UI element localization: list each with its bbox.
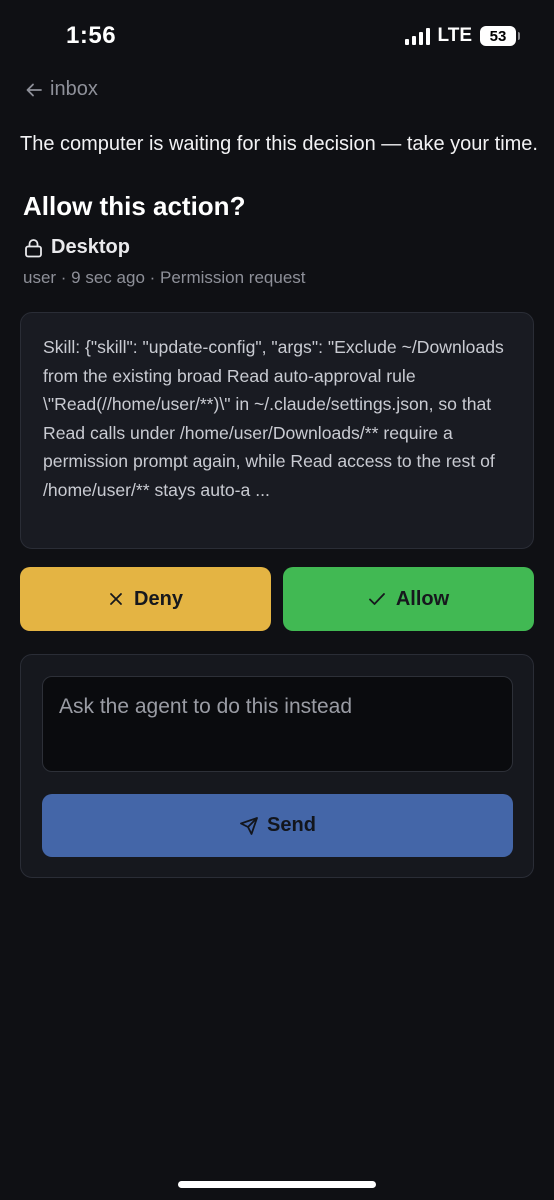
allow-label: Allow xyxy=(395,587,450,610)
battery-icon: 53 xyxy=(480,26,520,46)
status-bar: 1:56 LTE 53 xyxy=(0,0,554,76)
arrow-left-icon xyxy=(26,83,42,96)
x-icon xyxy=(110,593,122,605)
deny-label: Deny xyxy=(134,587,183,610)
paper-plane-icon xyxy=(240,816,258,835)
battery-level: 53 xyxy=(489,27,507,45)
source-name: Desktop xyxy=(51,236,130,258)
request-meta: user · 9 sec ago · Permission request xyxy=(23,268,306,287)
reply-card: Send xyxy=(20,654,534,878)
instruction-input[interactable] xyxy=(42,676,513,772)
waiting-message: The computer is waiting for this decisio… xyxy=(20,133,538,155)
network-type: LTE xyxy=(437,25,472,46)
back-to-inbox-link[interactable]: inbox xyxy=(24,78,98,101)
back-link-label: inbox xyxy=(50,78,98,100)
check-icon xyxy=(368,593,385,605)
send-label: Send xyxy=(267,814,316,836)
request-details-box: Skill: {"skill": "update-config", "args"… xyxy=(20,312,534,549)
page-title: Allow this action? xyxy=(23,191,246,221)
send-button[interactable]: Send xyxy=(42,794,513,857)
deny-button[interactable]: Deny xyxy=(20,567,271,631)
home-indicator[interactable] xyxy=(178,1181,376,1188)
request-source: Desktop xyxy=(24,236,130,259)
allow-button[interactable]: Allow xyxy=(283,567,534,631)
status-time: 1:56 xyxy=(66,22,117,49)
signal-icon xyxy=(404,27,430,45)
request-details-text: Skill: {"skill": "update-config", "args"… xyxy=(43,337,504,500)
status-indicators: LTE 53 xyxy=(404,25,520,47)
lock-icon xyxy=(25,238,42,257)
